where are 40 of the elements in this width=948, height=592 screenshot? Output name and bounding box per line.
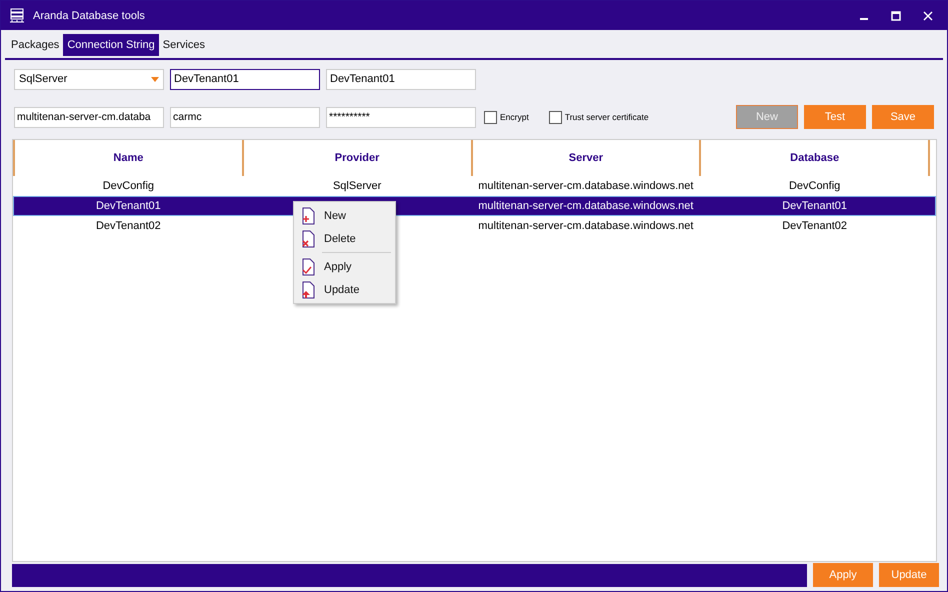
menu-item[interactable]: Delete <box>294 227 395 250</box>
table-cell-text: multitenan-server-cm.database.windows.net <box>477 220 694 232</box>
table-cell-text: multitenan-server-cm.database.windows.net <box>477 180 694 192</box>
checkbox-label: Trust server certificate <box>564 112 649 122</box>
window-title: Aranda Database tools <box>33 10 145 22</box>
table-cell-text: multitenan-server-cm.database.windows.net <box>477 200 694 212</box>
tab[interactable]: Connection String <box>63 34 159 56</box>
column-header[interactable]: Name <box>13 140 242 176</box>
add-document-icon <box>300 206 316 224</box>
menu-item[interactable]: Apply <box>294 255 395 278</box>
column-header[interactable]: Database <box>699 140 930 176</box>
table-cell-text: SqlServer <box>332 180 382 192</box>
close-icon[interactable] <box>923 10 933 20</box>
checkbox[interactable] <box>548 110 562 124</box>
table-cell-text: DevTenant02 <box>94 220 162 232</box>
table-cell-text: DevTenant01 <box>94 200 162 212</box>
checkbox-label: Encrypt <box>500 112 529 122</box>
table-cell-text: DevConfig <box>102 180 156 192</box>
input-field[interactable]: carmc <box>170 106 320 128</box>
server-icon <box>9 8 25 24</box>
input-field[interactable]: DevTenant01 <box>326 68 476 90</box>
maximize-icon[interactable] <box>891 10 901 20</box>
delete-document-icon <box>300 230 316 248</box>
table-cell-text: DevTenant02 <box>781 220 848 232</box>
input-field[interactable]: ********** <box>326 106 476 128</box>
check-document-icon <box>300 258 316 276</box>
menu-item[interactable]: Update <box>294 278 395 301</box>
table-cell-text: DevConfig <box>788 180 842 192</box>
table-cell-text: DevTenant01 <box>781 200 848 212</box>
provider-dropdown[interactable]: SqlServer <box>14 68 164 90</box>
input-field[interactable]: multitenan-server-cm.databa <box>14 106 164 128</box>
checkbox[interactable] <box>484 110 497 124</box>
upload-document-icon <box>300 280 316 298</box>
caret-icon <box>151 76 159 82</box>
table-row[interactable]: DevConfig SqlServer multitenan-server-cm.database.windows.net DevConfig <box>13 176 936 196</box>
column-header[interactable]: Provider <box>242 140 470 176</box>
input-field[interactable]: DevTenant01 <box>170 68 320 90</box>
column-header[interactable]: Server <box>470 140 700 176</box>
tab[interactable]: Packages <box>7 34 64 56</box>
tab[interactable]: Services <box>158 34 209 56</box>
